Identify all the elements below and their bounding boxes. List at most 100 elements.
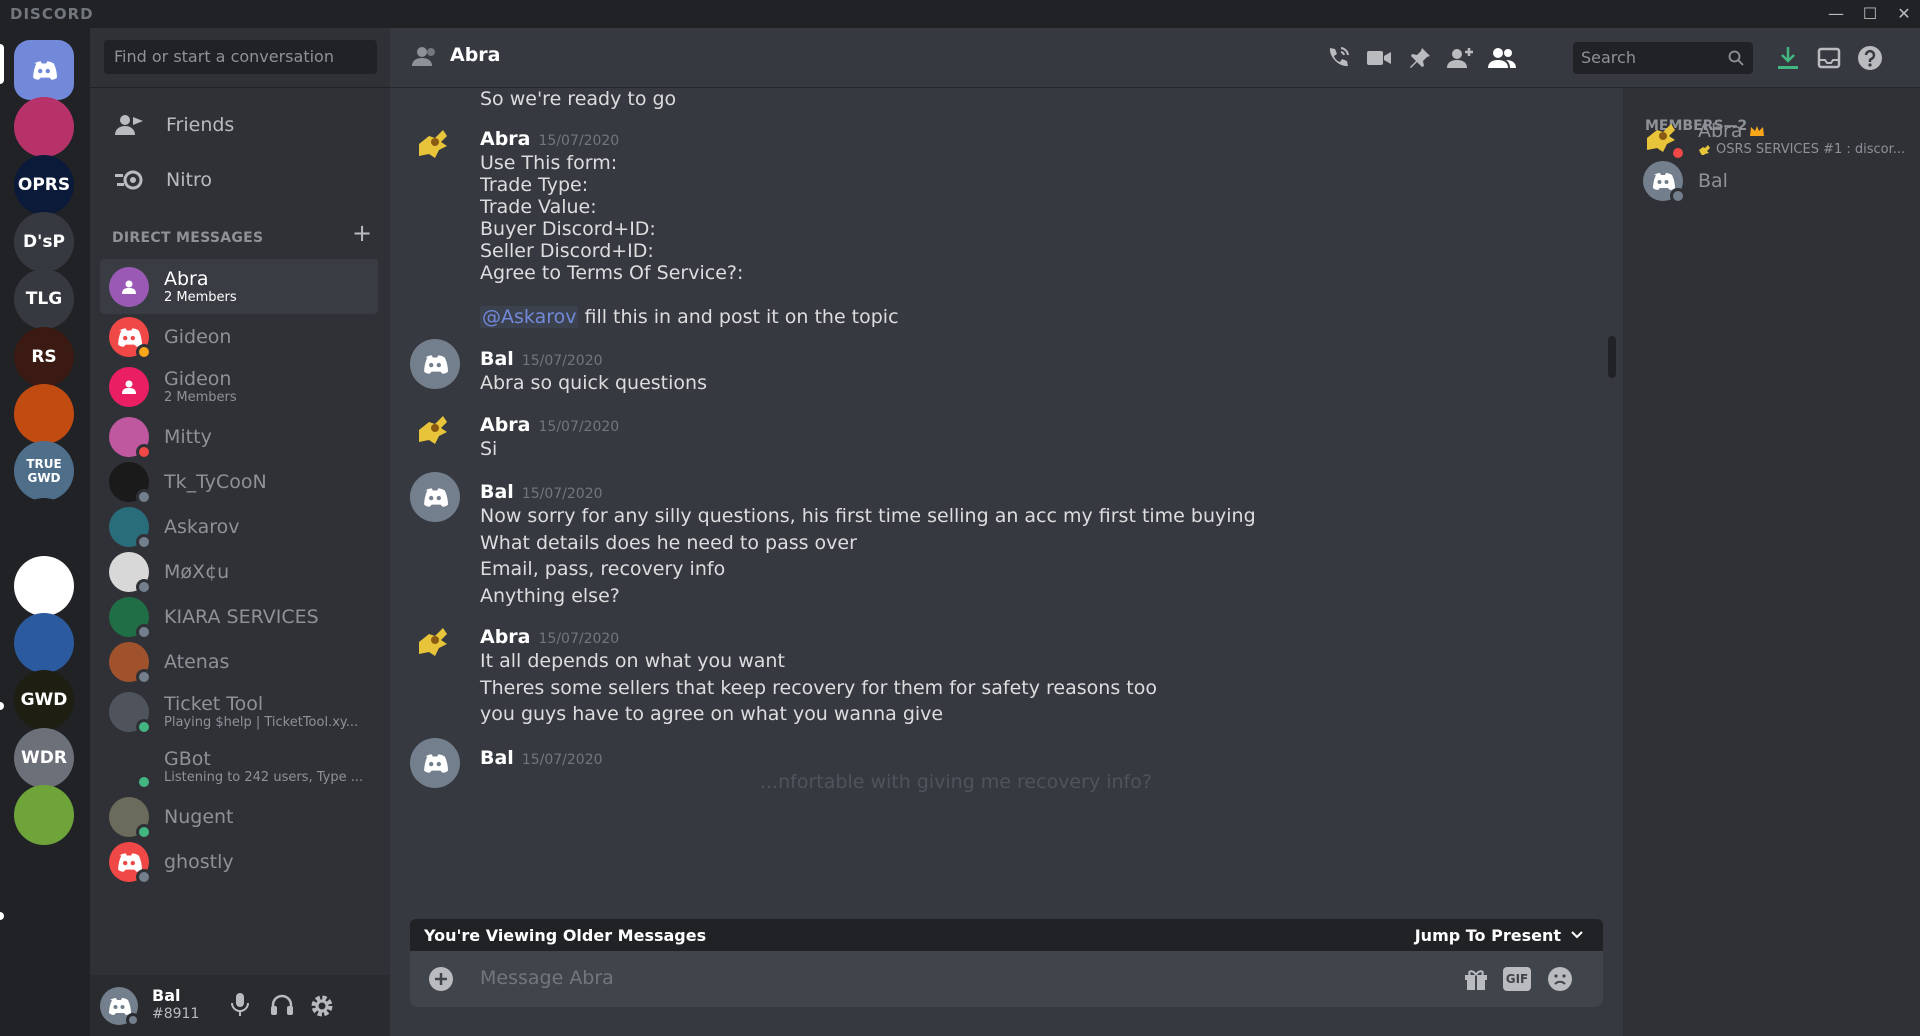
dm-item[interactable]: KIARA SERVICES: [100, 594, 378, 640]
server-icon[interactable]: [14, 383, 74, 444]
dm-name: Gideon: [164, 325, 232, 348]
message-author[interactable]: Bal 15/07/2020: [480, 747, 603, 769]
help-icon[interactable]: [1854, 42, 1886, 74]
message-author[interactable]: Abra 15/07/2020: [480, 128, 619, 150]
message-avatar[interactable]: [410, 405, 460, 455]
server-icon[interactable]: [14, 555, 74, 616]
dm-subtext: Playing $help | TicketTool.xy...: [164, 715, 359, 730]
settings-gear-icon[interactable]: [310, 994, 336, 1020]
message-area[interactable]: So we're ready to go Use This form: Trade …: [390, 88, 1623, 1036]
server-icon[interactable]: [14, 613, 74, 673]
server-icon[interactable]: GWD: [14, 670, 74, 731]
download-apps-icon[interactable]: [1772, 42, 1804, 74]
user-avatar[interactable]: [100, 987, 140, 1027]
server-label: TLG: [25, 289, 63, 310]
dm-item[interactable]: ghostly: [100, 839, 378, 885]
message-input[interactable]: Message Abra: [480, 967, 614, 989]
dm-item[interactable]: Atenas: [100, 639, 378, 685]
selected-indicator: [0, 44, 4, 84]
server-icon[interactable]: OPRS: [14, 154, 74, 215]
nitro-nav[interactable]: Nitro: [100, 156, 378, 204]
headphones-icon[interactable]: [270, 994, 296, 1020]
gift-icon[interactable]: [1463, 966, 1489, 996]
start-video-call-icon[interactable]: [1363, 42, 1395, 74]
message-text: Use This form:: [480, 152, 618, 174]
home-button[interactable]: [14, 40, 74, 100]
gif-button[interactable]: GIF: [1503, 967, 1531, 991]
message-text: So we're ready to go: [480, 88, 677, 110]
member-name: Abra: [1698, 119, 1743, 142]
dm-avatar: [109, 641, 152, 685]
microphone-icon[interactable]: [230, 992, 254, 1020]
username: Bal: [152, 986, 181, 1005]
user-status-dot: [126, 1013, 140, 1027]
member-list-icon[interactable]: [1486, 42, 1518, 74]
server-icon[interactable]: [14, 784, 74, 845]
server-icon[interactable]: [14, 498, 74, 559]
jump-to-present-button[interactable]: Jump To Present: [1415, 926, 1583, 945]
message-avatar[interactable]: [410, 617, 460, 667]
message-author[interactable]: Bal 15/07/2020: [480, 481, 603, 503]
message-timestamp: 15/07/2020: [538, 419, 620, 435]
member-bal[interactable]: Bal: [1643, 161, 1728, 204]
upload-plus-icon[interactable]: [428, 966, 454, 992]
server-icon[interactable]: D'sP: [14, 211, 74, 272]
crown-icon: [1749, 125, 1764, 136]
member-activity: OSRS SERVICES #1 : discor...: [1716, 141, 1906, 157]
search-icon: [1728, 50, 1744, 70]
message-author[interactable]: Bal 15/07/2020: [480, 348, 603, 370]
message-avatar[interactable]: [410, 339, 460, 389]
scrollbar-thumb[interactable]: [1608, 336, 1616, 378]
message-avatar[interactable]: [410, 472, 460, 522]
server-icon[interactable]: [14, 97, 74, 158]
dm-name: MøX¢u: [164, 560, 230, 583]
discord-logo-icon: [33, 61, 57, 80]
dm-name: ghostly: [164, 850, 234, 873]
add-friends-to-dm-icon[interactable]: [1445, 42, 1477, 74]
maximize-button[interactable]: ☐: [1856, 3, 1884, 25]
member-abra[interactable]: Abra OSRS SERVICES #1 : discor...: [1643, 118, 1906, 161]
find-conversation-input[interactable]: Find or start a conversation: [104, 40, 377, 74]
dm-item[interactable]: GBot Listening to 242 users, Type ...: [100, 739, 378, 794]
message-text: What details does he need to pass over: [480, 531, 857, 554]
dm-item[interactable]: MøX¢u: [100, 549, 378, 595]
server-icon[interactable]: RS: [14, 326, 74, 387]
server-icon[interactable]: TRUE GWD: [14, 441, 74, 502]
member-status-dot: [1670, 188, 1686, 204]
dm-item[interactable]: Tk_TyCooN: [100, 459, 378, 505]
start-voice-call-icon[interactable]: [1322, 42, 1354, 74]
dm-item[interactable]: Ticket Tool Playing $help | TicketTool.xy…: [100, 684, 378, 739]
dm-avatar: [109, 551, 152, 595]
status-dot: [136, 823, 152, 840]
dm-item[interactable]: Gideon 2 Members: [100, 359, 378, 414]
inbox-icon[interactable]: [1813, 42, 1845, 74]
discord-logo-icon: [424, 754, 448, 773]
dm-item[interactable]: Mitty: [100, 414, 378, 460]
close-button[interactable]: ✕: [1890, 3, 1918, 25]
create-dm-button[interactable]: +: [352, 221, 372, 245]
emoji-icon[interactable]: [1547, 966, 1573, 996]
server-icon[interactable]: WDR: [14, 727, 74, 788]
dm-subtext: 2 Members: [164, 390, 237, 405]
dm-item[interactable]: Gideon: [100, 314, 378, 360]
search-input[interactable]: Search: [1573, 42, 1753, 74]
message-author[interactable]: Abra 15/07/2020: [480, 414, 619, 436]
server-icon[interactable]: TLG: [14, 269, 74, 330]
pinned-messages-icon[interactable]: [1404, 42, 1436, 74]
member-avatar: [1643, 161, 1686, 204]
friends-nav[interactable]: Friends: [100, 101, 378, 149]
divider: [90, 87, 390, 88]
dm-item[interactable]: Askarov: [100, 504, 378, 550]
minimize-button[interactable]: —: [1822, 3, 1850, 25]
message-author[interactable]: Abra 15/07/2020: [480, 626, 619, 648]
message-avatar[interactable]: [410, 119, 460, 169]
nitro-icon: [114, 169, 146, 191]
dm-item[interactable]: Nugent: [100, 794, 378, 840]
dm-item[interactable]: Abra 2 Members: [100, 259, 378, 314]
channel-header: Abra Search: [390, 28, 1920, 88]
message-avatar[interactable]: [410, 738, 460, 788]
message-text: Abra so quick questions: [480, 372, 707, 394]
status-dot: [136, 773, 152, 790]
message-composer[interactable]: Message Abra GIF: [410, 951, 1603, 1007]
user-mention[interactable]: @Askarov: [480, 306, 579, 328]
